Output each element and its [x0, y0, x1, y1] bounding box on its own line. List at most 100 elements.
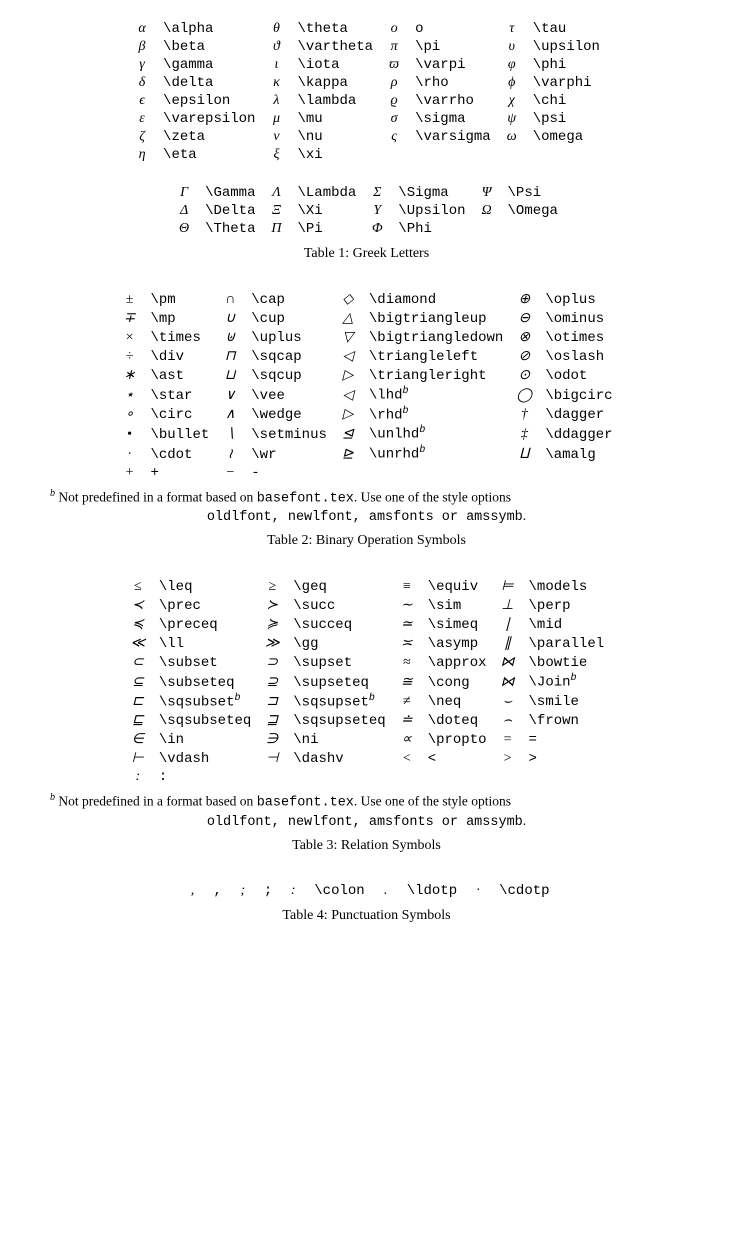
latex-command: \unrhdb	[363, 444, 509, 464]
latex-command: \supseteq	[287, 672, 391, 692]
latex-command: \Pi	[291, 220, 362, 238]
symbol-glyph: ⋆	[114, 385, 144, 405]
latex-command: \phi	[527, 56, 606, 74]
latex-command: \Gamma	[199, 184, 261, 202]
symbol-glyph: ∪	[215, 309, 245, 328]
latex-command: \colon	[308, 882, 370, 900]
symbol-glyph: ∣	[493, 615, 523, 634]
symbol-glyph: ‡	[509, 424, 539, 444]
symbol-glyph: ⊆	[123, 672, 153, 692]
latex-command: \sigma	[409, 110, 497, 128]
latex-command: \gamma	[157, 56, 261, 74]
symbol-table: , ,; ;:\colon.\ldotp·\cdotp	[177, 882, 555, 900]
symbol-glyph: ϱ	[379, 92, 409, 110]
latex-command: \varphi	[527, 74, 606, 92]
symbol-glyph: λ	[261, 92, 291, 110]
table-row: ×\times⊎\uplus▽\bigtriangledown⊗\otimes	[114, 328, 618, 347]
table-footnote: b Not predefined in a format based on ba…	[50, 488, 683, 507]
latex-command: \simeq	[422, 615, 493, 634]
latex-command: \xi	[291, 146, 379, 164]
table-row: ∘\circ∧\wedge▷\rhdb†\dagger	[114, 405, 618, 425]
symbol-glyph: ≍	[392, 634, 422, 653]
latex-command: \ast	[144, 366, 215, 385]
latex-command: \omega	[527, 128, 606, 146]
latex-command: \rhdb	[363, 405, 509, 425]
table-row: ≺\prec≻\succ∼\sim⊥\perp	[123, 596, 610, 615]
latex-command	[409, 146, 497, 164]
latex-command: \sqcap	[245, 347, 333, 366]
latex-command: \epsilon	[157, 92, 261, 110]
table-row: Δ\DeltaΞ\XiΥ\UpsilonΩ\Omega	[169, 202, 564, 220]
symbol-glyph: ∨	[215, 385, 245, 405]
symbol-glyph: ⊙	[509, 366, 539, 385]
latex-command: \Omega	[502, 202, 564, 220]
latex-command: \Delta	[199, 202, 261, 220]
symbol-glyph	[257, 768, 287, 786]
latex-command: \varrho	[409, 92, 497, 110]
latex-command: \theta	[291, 20, 379, 38]
latex-command: \supset	[287, 653, 391, 672]
symbol-glyph: Ψ	[472, 184, 502, 202]
latex-command: \star	[144, 385, 215, 405]
symbol-glyph: φ	[497, 56, 527, 74]
symbol-glyph: △	[333, 309, 363, 328]
latex-command: +	[144, 464, 215, 482]
latex-command: \alpha	[157, 20, 261, 38]
latex-command: \sqsupseteq	[287, 711, 391, 730]
latex-command: \approx	[422, 653, 493, 672]
table-row: ∓\mp∪\cup△\bigtriangleup⊖\ominus	[114, 309, 618, 328]
symbol-glyph: ⊥	[493, 596, 523, 615]
latex-command: \beta	[157, 38, 261, 56]
symbol-glyph: ≐	[392, 711, 422, 730]
symbol-glyph: ◯	[509, 385, 539, 405]
symbol-glyph: −	[215, 464, 245, 482]
symbol-table: ≤\leq≥\geq≡\equiv⊨\models≺\prec≻\succ∼\s…	[123, 577, 610, 786]
table-row: ∈\in∋\ni∝\propto==	[123, 730, 610, 749]
symbol-glyph: ϕ	[497, 74, 527, 92]
symbol-glyph: Γ	[169, 184, 199, 202]
latex-command: \div	[144, 347, 215, 366]
symbol-glyph: >	[493, 749, 523, 768]
latex-command: \models	[523, 577, 611, 596]
latex-command: \sqsubsetb	[153, 692, 257, 712]
symbol-glyph: Ξ	[261, 202, 291, 220]
latex-command: \chi	[527, 92, 606, 110]
latex-command	[502, 220, 564, 238]
symbol-glyph: Σ	[362, 184, 392, 202]
symbol-glyph: ⊨	[493, 577, 523, 596]
symbol-glyph: π	[379, 38, 409, 56]
symbol-glyph: ◁	[333, 347, 363, 366]
latex-command: ,	[207, 882, 227, 900]
symbol-glyph: α	[127, 20, 157, 38]
symbol-glyph: ⨿	[509, 444, 539, 464]
symbol-glyph: Θ	[169, 220, 199, 238]
table-row: ⊑\sqsubseteq⊒\sqsupseteq≐\doteq⌢\frown	[123, 711, 610, 730]
table-row: ⊏\sqsubsetb⊐\sqsupsetb≠\neq⌣\smile	[123, 692, 610, 712]
symbol-glyph: ⊗	[509, 328, 539, 347]
latex-command: \mid	[523, 615, 611, 634]
latex-command: \propto	[422, 730, 493, 749]
latex-command: \iota	[291, 56, 379, 74]
table-row: ε\varepsilonμ\muσ\sigmaψ\psi	[127, 110, 606, 128]
table-row: ⊆\subseteq⊇\supseteq≅\cong⋈\Joinb	[123, 672, 610, 692]
latex-command: \oplus	[539, 290, 618, 309]
symbol-glyph: η	[127, 146, 157, 164]
symbol-glyph: ∗	[114, 366, 144, 385]
symbol-glyph: ▷	[333, 405, 363, 425]
symbol-glyph: ≀	[215, 444, 245, 464]
latex-command: \eta	[157, 146, 261, 164]
latex-command: o	[409, 20, 497, 38]
symbol-glyph: ≻	[257, 596, 287, 615]
latex-command: \sqsupsetb	[287, 692, 391, 712]
symbol-glyph: Δ	[169, 202, 199, 220]
latex-command: \parallel	[523, 634, 611, 653]
latex-command: \succ	[287, 596, 391, 615]
latex-command: \triangleright	[363, 366, 509, 385]
table-caption: Table 4: Punctuation Symbols	[30, 908, 703, 924]
symbol-glyph: ∝	[392, 730, 422, 749]
latex-command: \vdash	[153, 749, 257, 768]
latex-command: \circ	[144, 405, 215, 425]
table-row: , ,; ;:\colon.\ldotp·\cdotp	[177, 882, 555, 900]
latex-command: \subseteq	[153, 672, 257, 692]
latex-command: \nu	[291, 128, 379, 146]
